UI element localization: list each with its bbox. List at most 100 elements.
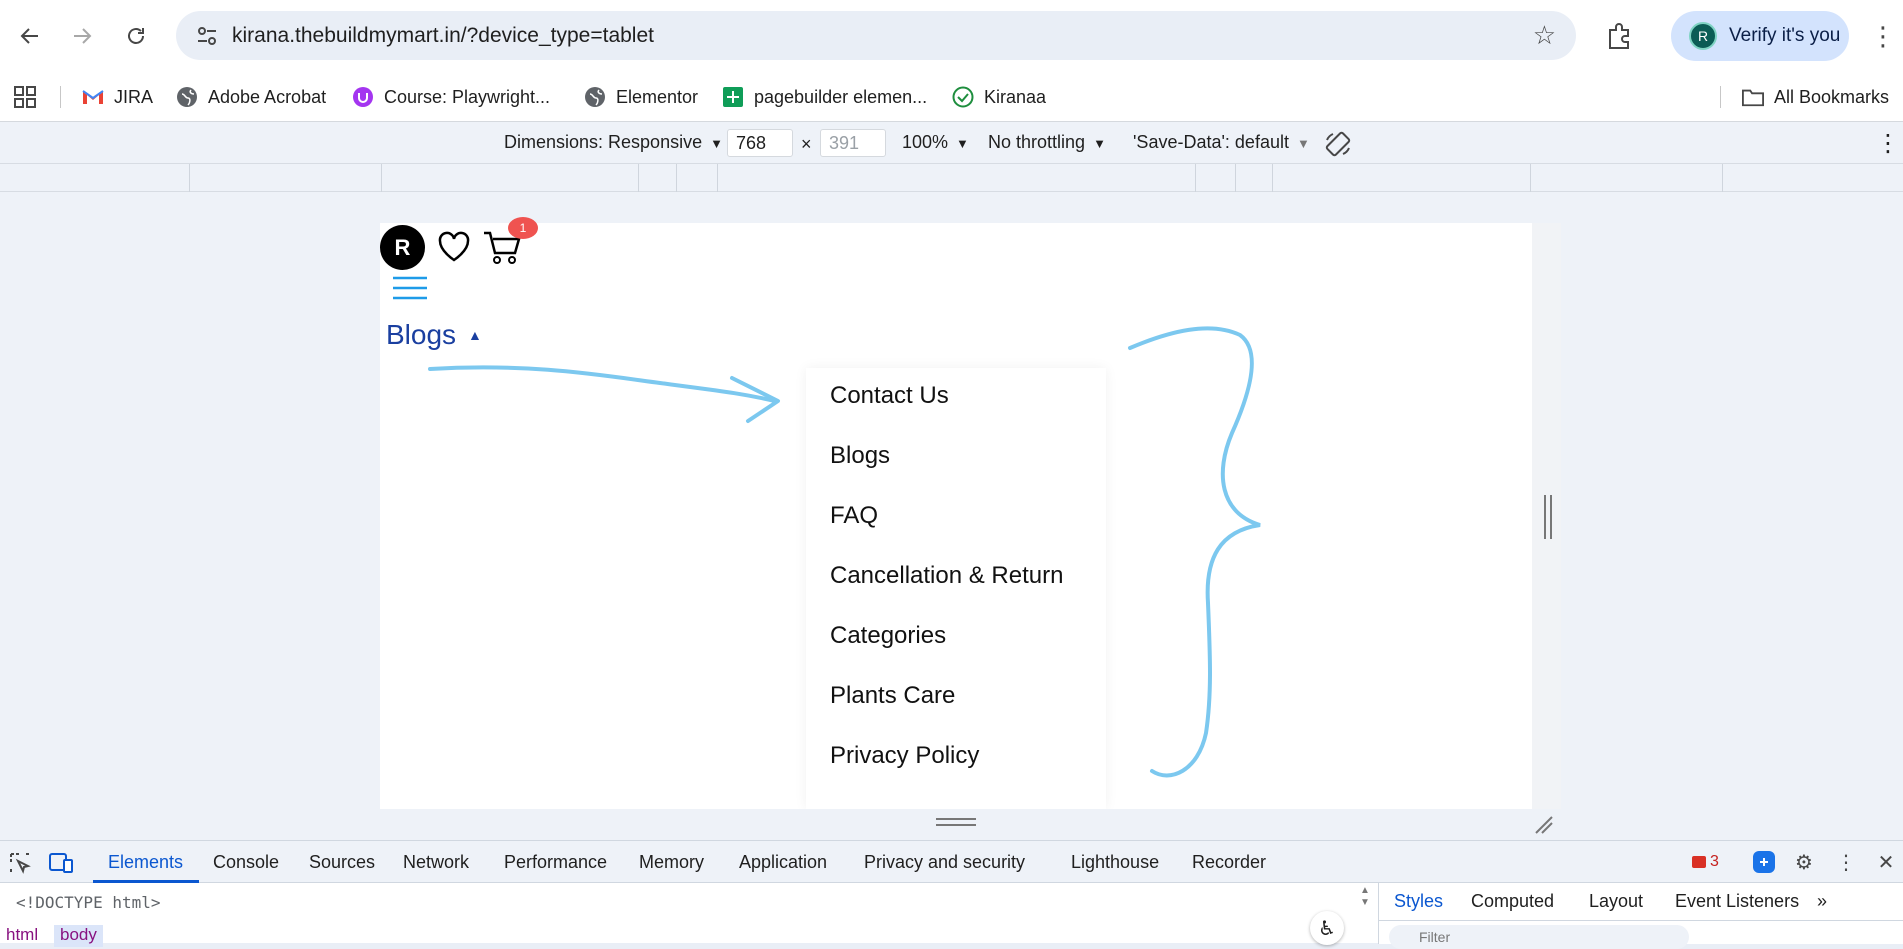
menu-item-cancellation-return[interactable]: Cancellation & Return	[830, 562, 1063, 590]
arrow-right-icon	[74, 28, 92, 44]
tab-sources[interactable]: Sources	[309, 852, 375, 873]
udemy-icon	[352, 86, 374, 108]
tab-memory[interactable]: Memory	[639, 852, 704, 873]
device-toolbar: Dimensions: Responsive ▼ 768 × 391 100% ▼ …	[0, 122, 1903, 164]
bookmark-kiranaa[interactable]: Kiranaa	[952, 84, 1046, 110]
accessibility-icon[interactable]: ♿	[1310, 911, 1344, 945]
width-input[interactable]: 768	[727, 129, 793, 157]
url-text[interactable]: kirana.thebuildmymart.in/?device_type=ta…	[232, 24, 654, 48]
menu-item-contact-us[interactable]: Contact Us	[830, 382, 949, 410]
bookmarks-bar: JIRA Adobe Acrobat Course: Playwright...…	[0, 72, 1903, 122]
settings-gear-icon[interactable]: ⚙	[1792, 850, 1816, 874]
site-settings-icon[interactable]	[194, 23, 220, 49]
more-tabs-icon[interactable]: »	[1817, 891, 1827, 912]
tab-lighthouse[interactable]: Lighthouse	[1071, 852, 1159, 873]
viewport-bottom-gutter	[380, 809, 1561, 840]
menu-item-plants-care[interactable]: Plants Care	[830, 682, 955, 710]
gmail-icon	[82, 86, 104, 108]
tab-privacy-security[interactable]: Privacy and security	[864, 852, 1025, 873]
viewport-right-gutter	[1532, 223, 1561, 809]
throttling-dropdown[interactable]: No throttling ▼	[988, 132, 1106, 153]
globe-icon	[584, 86, 606, 108]
verify-label: Verify it's you	[1729, 25, 1841, 46]
caret-down-icon: ▼	[1296, 136, 1310, 151]
nav-blogs-link[interactable]: Blogs ▲	[386, 319, 482, 351]
menu-item-blogs[interactable]: Blogs	[830, 442, 890, 470]
bookmark-elementor[interactable]: Elementor	[584, 84, 698, 110]
bookmark-adobe-acrobat[interactable]: Adobe Acrobat	[176, 84, 326, 110]
tab-performance[interactable]: Performance	[504, 852, 607, 873]
rotate-icon[interactable]	[1324, 130, 1352, 158]
ai-assistant-icon[interactable]	[1752, 850, 1776, 874]
caret-down-icon: ▼	[1093, 136, 1106, 151]
annotation-brace	[1128, 326, 1261, 778]
tab-elements[interactable]: Elements	[108, 852, 183, 873]
verify-button[interactable]: R Verify it's you	[1671, 11, 1849, 61]
page-viewport: R 1 Blogs ▲ Contact Us Blogs FAQ Cancell…	[380, 217, 1561, 809]
reload-icon	[128, 28, 144, 44]
height-input[interactable]: 391	[820, 129, 886, 157]
heart-icon[interactable]	[436, 229, 472, 265]
address-bar[interactable]: kirana.thebuildmymart.in/?device_type=ta…	[176, 11, 1576, 60]
tab-event-listeners[interactable]: Event Listeners	[1675, 891, 1799, 912]
error-counter[interactable]: 3	[1692, 853, 1719, 871]
cart-badge: 1	[508, 217, 538, 239]
hamburger-menu-icon[interactable]	[392, 275, 428, 301]
menu-item-faq[interactable]: FAQ	[830, 502, 878, 530]
dimensions-dropdown[interactable]: Dimensions: Responsive ▼	[504, 132, 723, 153]
tab-layout[interactable]: Layout	[1589, 891, 1643, 912]
styles-filter-input[interactable]: Filter	[1389, 925, 1689, 949]
devtools-panel: Elements Console Sources Network Perform…	[0, 840, 1903, 949]
devtools-tabbar: Elements Console Sources Network Perform…	[0, 841, 1903, 883]
forward-button[interactable]	[62, 16, 102, 56]
breadcrumb-body[interactable]: body	[54, 925, 103, 947]
doctype-node[interactable]: <!DOCTYPE html>	[16, 893, 161, 912]
zoom-dropdown[interactable]: 100% ▼	[902, 132, 969, 153]
folder-icon	[1742, 86, 1764, 108]
tab-console[interactable]: Console	[213, 852, 279, 873]
error-icon	[1692, 856, 1706, 868]
breadcrumb-html[interactable]: html	[0, 925, 44, 947]
close-devtools-icon[interactable]: ✕	[1874, 850, 1898, 874]
devtools-menu-icon[interactable]: ⋮	[1834, 850, 1858, 874]
menu-item-privacy-policy[interactable]: Privacy Policy	[830, 742, 979, 770]
globe-icon	[176, 86, 198, 108]
tab-styles[interactable]: Styles	[1394, 891, 1443, 912]
reload-button[interactable]	[116, 16, 156, 56]
resize-handle-right-icon[interactable]	[1543, 495, 1553, 539]
user-avatar[interactable]: R	[380, 225, 425, 270]
device-toggle-icon[interactable]	[48, 851, 74, 875]
tab-application[interactable]: Application	[739, 852, 827, 873]
sheets-icon	[722, 86, 744, 108]
styles-pane: Styles Computed Layout Event Listeners »…	[1378, 883, 1903, 949]
caret-down-icon: ▼	[710, 136, 723, 151]
annotation-arrowhead	[730, 376, 780, 423]
bookmark-jira[interactable]: JIRA	[82, 84, 153, 110]
back-button[interactable]	[10, 16, 50, 56]
bookmark-course-playwright[interactable]: Course: Playwright...	[352, 84, 550, 110]
device-toolbar-menu-icon[interactable]: ⋮	[1876, 129, 1900, 158]
bookmark-star-icon[interactable]: ☆	[1533, 20, 1556, 51]
resize-handle-bottom-icon[interactable]	[936, 817, 976, 827]
profile-avatar: R	[1689, 22, 1717, 50]
bookmark-separator	[60, 86, 61, 108]
styles-tabbar: Styles Computed Layout Event Listeners »	[1379, 883, 1903, 921]
active-tab-indicator	[93, 880, 199, 883]
arrow-left-icon	[20, 28, 38, 44]
inspect-element-icon[interactable]	[8, 851, 32, 875]
tab-recorder[interactable]: Recorder	[1192, 852, 1266, 873]
tab-network[interactable]: Network	[403, 852, 469, 873]
blogs-dropdown-menu: Contact Us Blogs FAQ Cancellation & Retu…	[806, 368, 1106, 809]
resize-corner-icon[interactable]	[1532, 813, 1556, 837]
browser-menu-icon[interactable]: ⋮	[1870, 16, 1896, 56]
bookmark-separator	[1720, 86, 1721, 108]
panel-scroll-arrows[interactable]: ▲ ▼	[1358, 885, 1372, 915]
extensions-icon[interactable]	[1600, 16, 1640, 56]
tab-computed[interactable]: Computed	[1471, 891, 1554, 912]
apps-grid-icon[interactable]	[14, 86, 36, 108]
all-bookmarks-button[interactable]: All Bookmarks	[1742, 84, 1889, 110]
menu-item-categories[interactable]: Categories	[830, 622, 946, 650]
check-circle-icon	[952, 86, 974, 108]
save-data-dropdown[interactable]: 'Save-Data': default ▼	[1133, 132, 1310, 153]
bookmark-pagebuilder[interactable]: pagebuilder elemen...	[722, 84, 927, 110]
